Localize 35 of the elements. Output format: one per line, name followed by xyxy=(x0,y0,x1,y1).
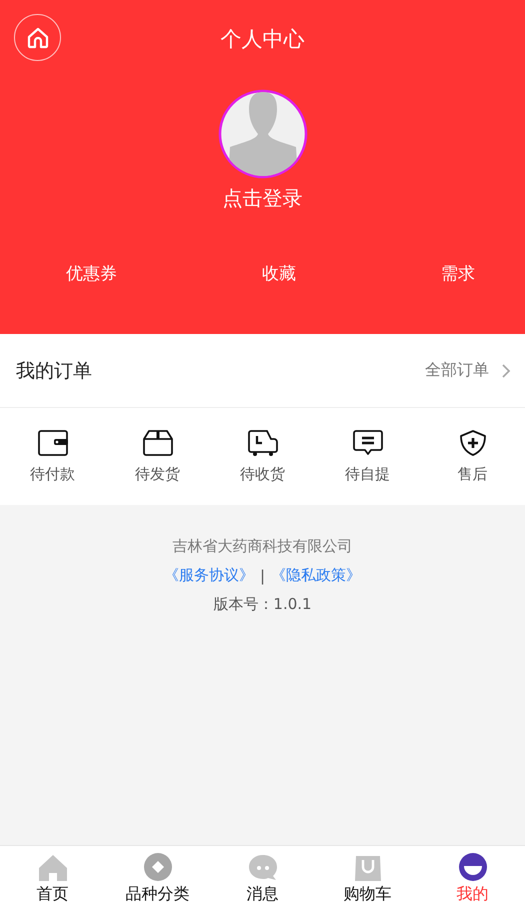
wallet-icon xyxy=(36,429,68,457)
service-agreement-link[interactable]: 《服务协议》 xyxy=(164,566,254,585)
tab-item[interactable]: 我的 xyxy=(420,846,525,906)
privacy-policy-link[interactable]: 《隐私政策》 xyxy=(271,566,362,585)
shortcut-link[interactable]: 收藏 xyxy=(262,262,296,285)
chat-bubble-icon xyxy=(248,854,278,882)
login-link[interactable]: 点击登录 xyxy=(222,185,302,212)
smile-icon xyxy=(458,852,488,882)
order-status-link[interactable]: 待发货 xyxy=(135,465,180,484)
truck-icon xyxy=(246,429,278,457)
avatar-icon[interactable] xyxy=(218,89,308,179)
page-title: 个人中心 xyxy=(220,26,304,53)
category-icon xyxy=(142,852,172,882)
order-status-link[interactable]: 待付款 xyxy=(30,465,75,484)
box-icon xyxy=(142,429,174,457)
all-orders-link[interactable]: 全部订单 xyxy=(425,360,489,381)
section-title: 我的订单 xyxy=(16,358,93,384)
home-icon xyxy=(26,26,50,50)
separator-text: | xyxy=(260,566,266,584)
shortcut-link[interactable]: 需求 xyxy=(441,262,475,285)
order-status-link[interactable]: 售后 xyxy=(458,465,488,484)
tab-item[interactable]: 购物车 xyxy=(315,846,420,906)
home-button[interactable] xyxy=(14,14,61,61)
shortcut-link[interactable]: 优惠券 xyxy=(66,262,117,285)
message-icon xyxy=(352,429,384,457)
order-status-link[interactable]: 待收货 xyxy=(240,465,285,484)
tab-item[interactable]: 品种分类 xyxy=(105,846,210,906)
shopping-bag-icon xyxy=(354,854,382,882)
tab-item[interactable]: 首页 xyxy=(0,846,105,906)
chevron-right-icon xyxy=(501,362,511,378)
home-icon xyxy=(38,854,68,882)
version-text: 版本号：1.0.1 xyxy=(213,595,312,614)
tab-item[interactable]: 消息 xyxy=(210,846,315,906)
company-name: 吉林省大药商科技有限公司 xyxy=(172,537,352,556)
order-status-link[interactable]: 待自提 xyxy=(345,465,390,484)
